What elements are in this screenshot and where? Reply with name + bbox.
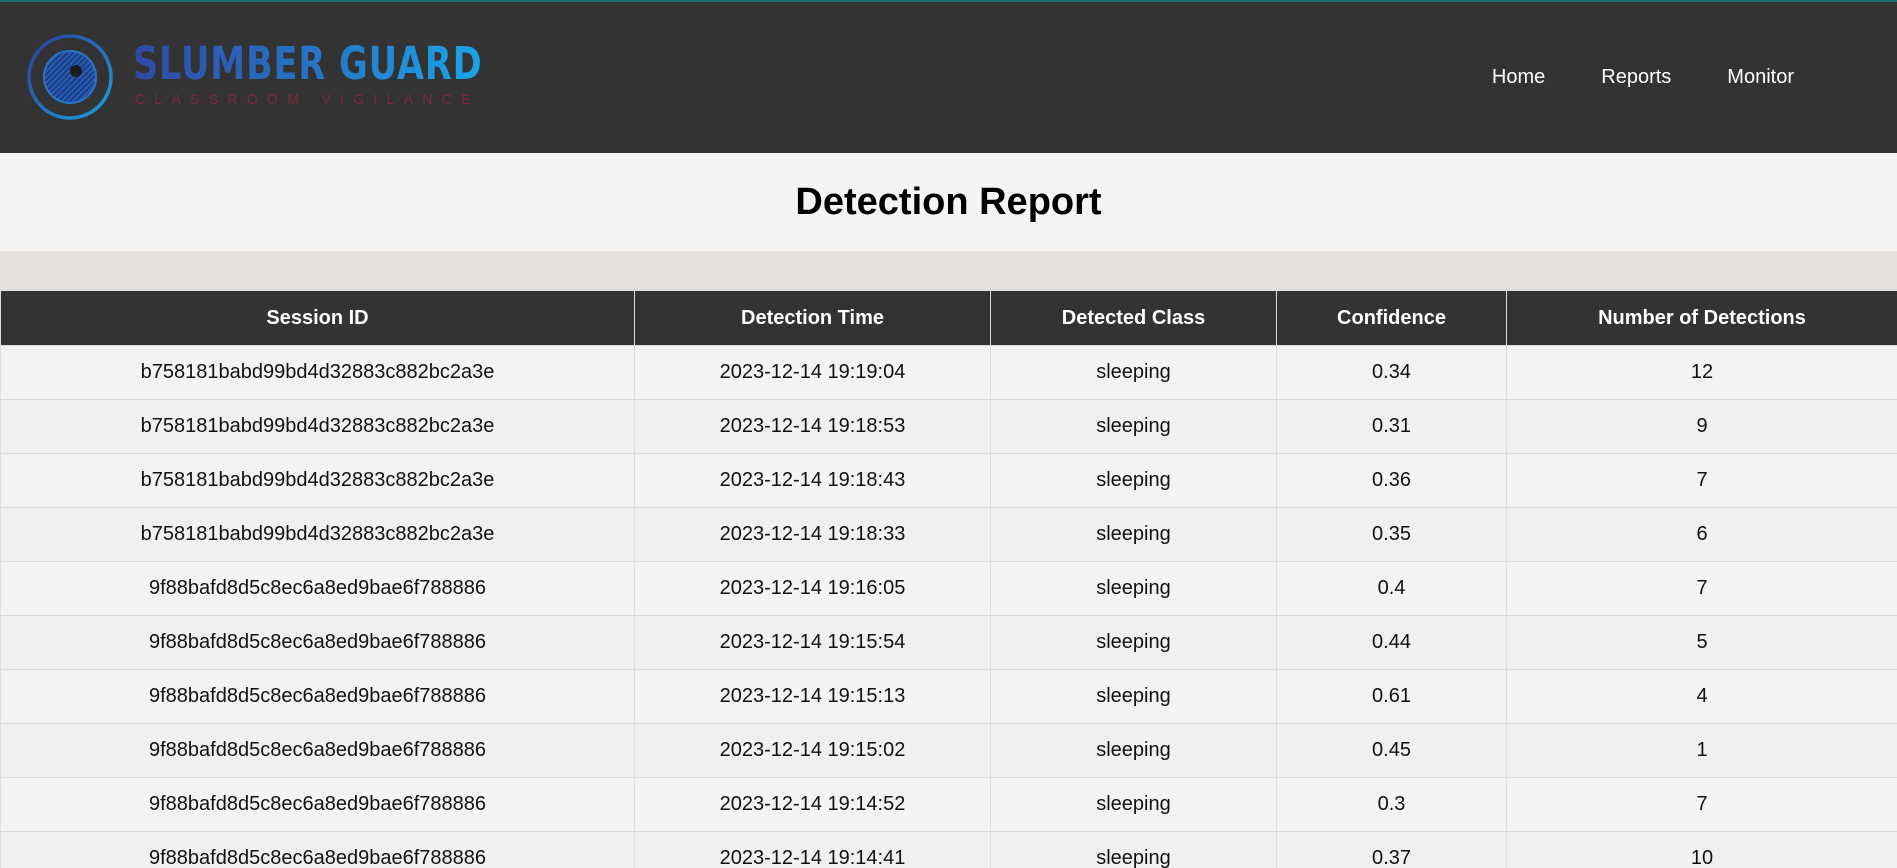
detection-time-cell: 2023-12-14 19:16:05: [634, 561, 991, 616]
title-band: Detection Report: [0, 153, 1897, 251]
detections-count-cell: 5: [1506, 615, 1897, 670]
detections-count-cell: 12: [1506, 345, 1897, 400]
detection-time-cell: 2023-12-14 19:18:53: [634, 399, 991, 454]
detection-table: Session ID Detection Time Detected Class…: [0, 290, 1897, 868]
detections-count-cell: 7: [1506, 777, 1897, 832]
column-header-number-of-detections: Number of Detections: [1506, 290, 1897, 346]
confidence-cell: 0.35: [1276, 507, 1507, 562]
detections-count-cell: 9: [1506, 399, 1897, 454]
nav-reports-link[interactable]: Reports: [1601, 66, 1671, 89]
detections-count-cell: 6: [1506, 507, 1897, 562]
table-row: b758181babd99bd4d32883c882bc2a3e 2023-12-…: [0, 345, 1897, 400]
brand-logo[interactable]: SLUMBER GUARD CLASSROOM VIGILANCE: [26, 31, 482, 123]
detected-class-cell: sleeping: [990, 723, 1277, 778]
session-id-cell: 9f88bafd8d5c8ec6a8ed9bae6f788886: [0, 615, 635, 670]
eye-logo-icon: [27, 34, 113, 120]
session-id-cell: b758181babd99bd4d32883c882bc2a3e: [0, 507, 635, 562]
detection-time-cell: 2023-12-14 19:14:41: [634, 831, 991, 868]
confidence-cell: 0.45: [1276, 723, 1507, 778]
table-body: b758181babd99bd4d32883c882bc2a3e 2023-12-…: [0, 345, 1897, 868]
table-row: 9f88bafd8d5c8ec6a8ed9bae6f788886 2023-12-…: [0, 723, 1897, 778]
detected-class-cell: sleeping: [990, 399, 1277, 454]
confidence-cell: 0.36: [1276, 453, 1507, 508]
section-divider: [0, 251, 1897, 290]
table-row: b758181babd99bd4d32883c882bc2a3e 2023-12-…: [0, 453, 1897, 508]
detection-time-cell: 2023-12-14 19:18:33: [634, 507, 991, 562]
session-id-cell: 9f88bafd8d5c8ec6a8ed9bae6f788886: [0, 831, 635, 868]
table-row: b758181babd99bd4d32883c882bc2a3e 2023-12-…: [0, 507, 1897, 562]
nav-monitor-link[interactable]: Monitor: [1727, 66, 1794, 89]
confidence-cell: 0.3: [1276, 777, 1507, 832]
session-id-cell: 9f88bafd8d5c8ec6a8ed9bae6f788886: [0, 561, 635, 616]
column-header-detected-class: Detected Class: [990, 290, 1277, 346]
table-row: 9f88bafd8d5c8ec6a8ed9bae6f788886 2023-12-…: [0, 831, 1897, 868]
detections-count-cell: 1: [1506, 723, 1897, 778]
detected-class-cell: sleeping: [990, 615, 1277, 670]
confidence-cell: 0.37: [1276, 831, 1507, 868]
site-header: SLUMBER GUARD CLASSROOM VIGILANCE Home R…: [0, 0, 1897, 153]
detected-class-cell: sleeping: [990, 507, 1277, 562]
detection-time-cell: 2023-12-14 19:18:43: [634, 453, 991, 508]
table-row: 9f88bafd8d5c8ec6a8ed9bae6f788886 2023-12-…: [0, 615, 1897, 670]
detections-count-cell: 7: [1506, 561, 1897, 616]
table-row: 9f88bafd8d5c8ec6a8ed9bae6f788886 2023-12-…: [0, 561, 1897, 616]
detections-count-cell: 10: [1506, 831, 1897, 868]
detection-time-cell: 2023-12-14 19:15:13: [634, 669, 991, 724]
main-nav: Home Reports Monitor: [1492, 66, 1794, 89]
table-row: 9f88bafd8d5c8ec6a8ed9bae6f788886 2023-12-…: [0, 669, 1897, 724]
confidence-cell: 0.4: [1276, 561, 1507, 616]
session-id-cell: 9f88bafd8d5c8ec6a8ed9bae6f788886: [0, 777, 635, 832]
confidence-cell: 0.61: [1276, 669, 1507, 724]
session-id-cell: 9f88bafd8d5c8ec6a8ed9bae6f788886: [0, 723, 635, 778]
column-header-detection-time: Detection Time: [634, 290, 991, 346]
confidence-cell: 0.34: [1276, 345, 1507, 400]
detected-class-cell: sleeping: [990, 777, 1277, 832]
detection-time-cell: 2023-12-14 19:15:02: [634, 723, 991, 778]
detections-count-cell: 7: [1506, 453, 1897, 508]
detected-class-cell: sleeping: [990, 345, 1277, 400]
detection-time-cell: 2023-12-14 19:15:54: [634, 615, 991, 670]
detections-count-cell: 4: [1506, 669, 1897, 724]
page-title: Detection Report: [795, 180, 1102, 223]
table-row: b758181babd99bd4d32883c882bc2a3e 2023-12-…: [0, 399, 1897, 454]
detected-class-cell: sleeping: [990, 561, 1277, 616]
table-row: 9f88bafd8d5c8ec6a8ed9bae6f788886 2023-12-…: [0, 777, 1897, 832]
column-header-session-id: Session ID: [0, 290, 635, 346]
session-id-cell: 9f88bafd8d5c8ec6a8ed9bae6f788886: [0, 669, 635, 724]
detection-time-cell: 2023-12-14 19:14:52: [634, 777, 991, 832]
confidence-cell: 0.31: [1276, 399, 1507, 454]
table-header-row: Session ID Detection Time Detected Class…: [0, 290, 1897, 346]
detection-time-cell: 2023-12-14 19:19:04: [634, 345, 991, 400]
detected-class-cell: sleeping: [990, 831, 1277, 868]
session-id-cell: b758181babd99bd4d32883c882bc2a3e: [0, 345, 635, 400]
session-id-cell: b758181babd99bd4d32883c882bc2a3e: [0, 453, 635, 508]
detected-class-cell: sleeping: [990, 453, 1277, 508]
session-id-cell: b758181babd99bd4d32883c882bc2a3e: [0, 399, 635, 454]
column-header-confidence: Confidence: [1276, 290, 1507, 346]
detected-class-cell: sleeping: [990, 669, 1277, 724]
nav-home-link[interactable]: Home: [1492, 66, 1545, 89]
confidence-cell: 0.44: [1276, 615, 1507, 670]
brand-tagline: CLASSROOM VIGILANCE: [135, 91, 480, 107]
brand-name: SLUMBER GUARD: [133, 37, 483, 90]
